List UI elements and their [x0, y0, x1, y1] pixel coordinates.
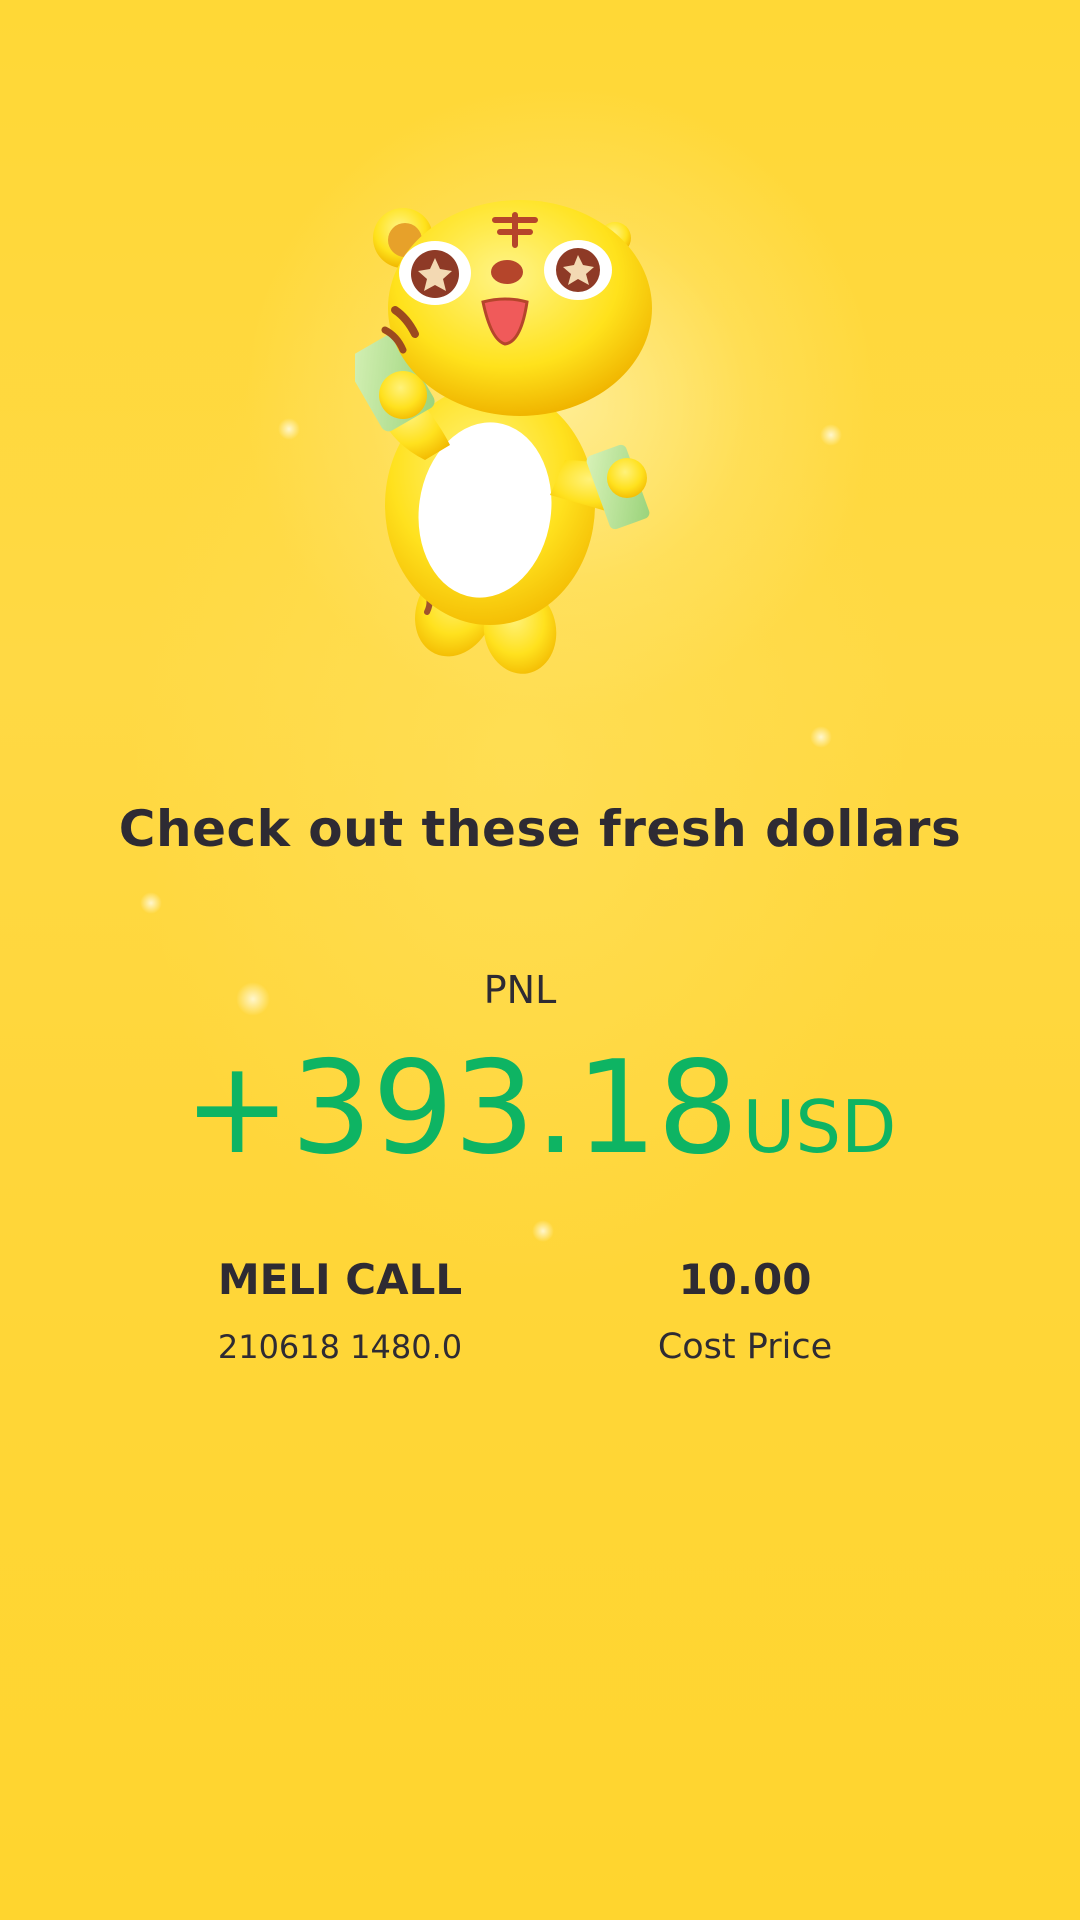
tiger-mascot-icon	[355, 200, 652, 674]
sparkle	[236, 982, 270, 1016]
sparkle	[278, 418, 300, 440]
sparkle	[140, 892, 162, 914]
pnl-amount: +393.18	[183, 1034, 739, 1183]
cost-label: Cost Price	[657, 1327, 833, 1367]
headline: Check out these fresh dollars	[118, 800, 962, 858]
sparkle	[820, 424, 842, 446]
cost-value: 10.00	[678, 1255, 812, 1304]
pnl-label: PNL	[483, 968, 557, 1012]
pnl-value: +393.18USD	[0, 1045, 1080, 1173]
position-name: MELI CALL	[217, 1255, 463, 1304]
pnl-currency: USD	[742, 1085, 897, 1169]
cost-info: 10.00 Cost Price	[600, 1255, 890, 1367]
sparkle	[810, 726, 832, 748]
sparkle	[532, 1220, 554, 1242]
position-info: MELI CALL 210618 1480.0	[195, 1255, 485, 1367]
position-detail: 210618 1480.0	[217, 1328, 463, 1366]
